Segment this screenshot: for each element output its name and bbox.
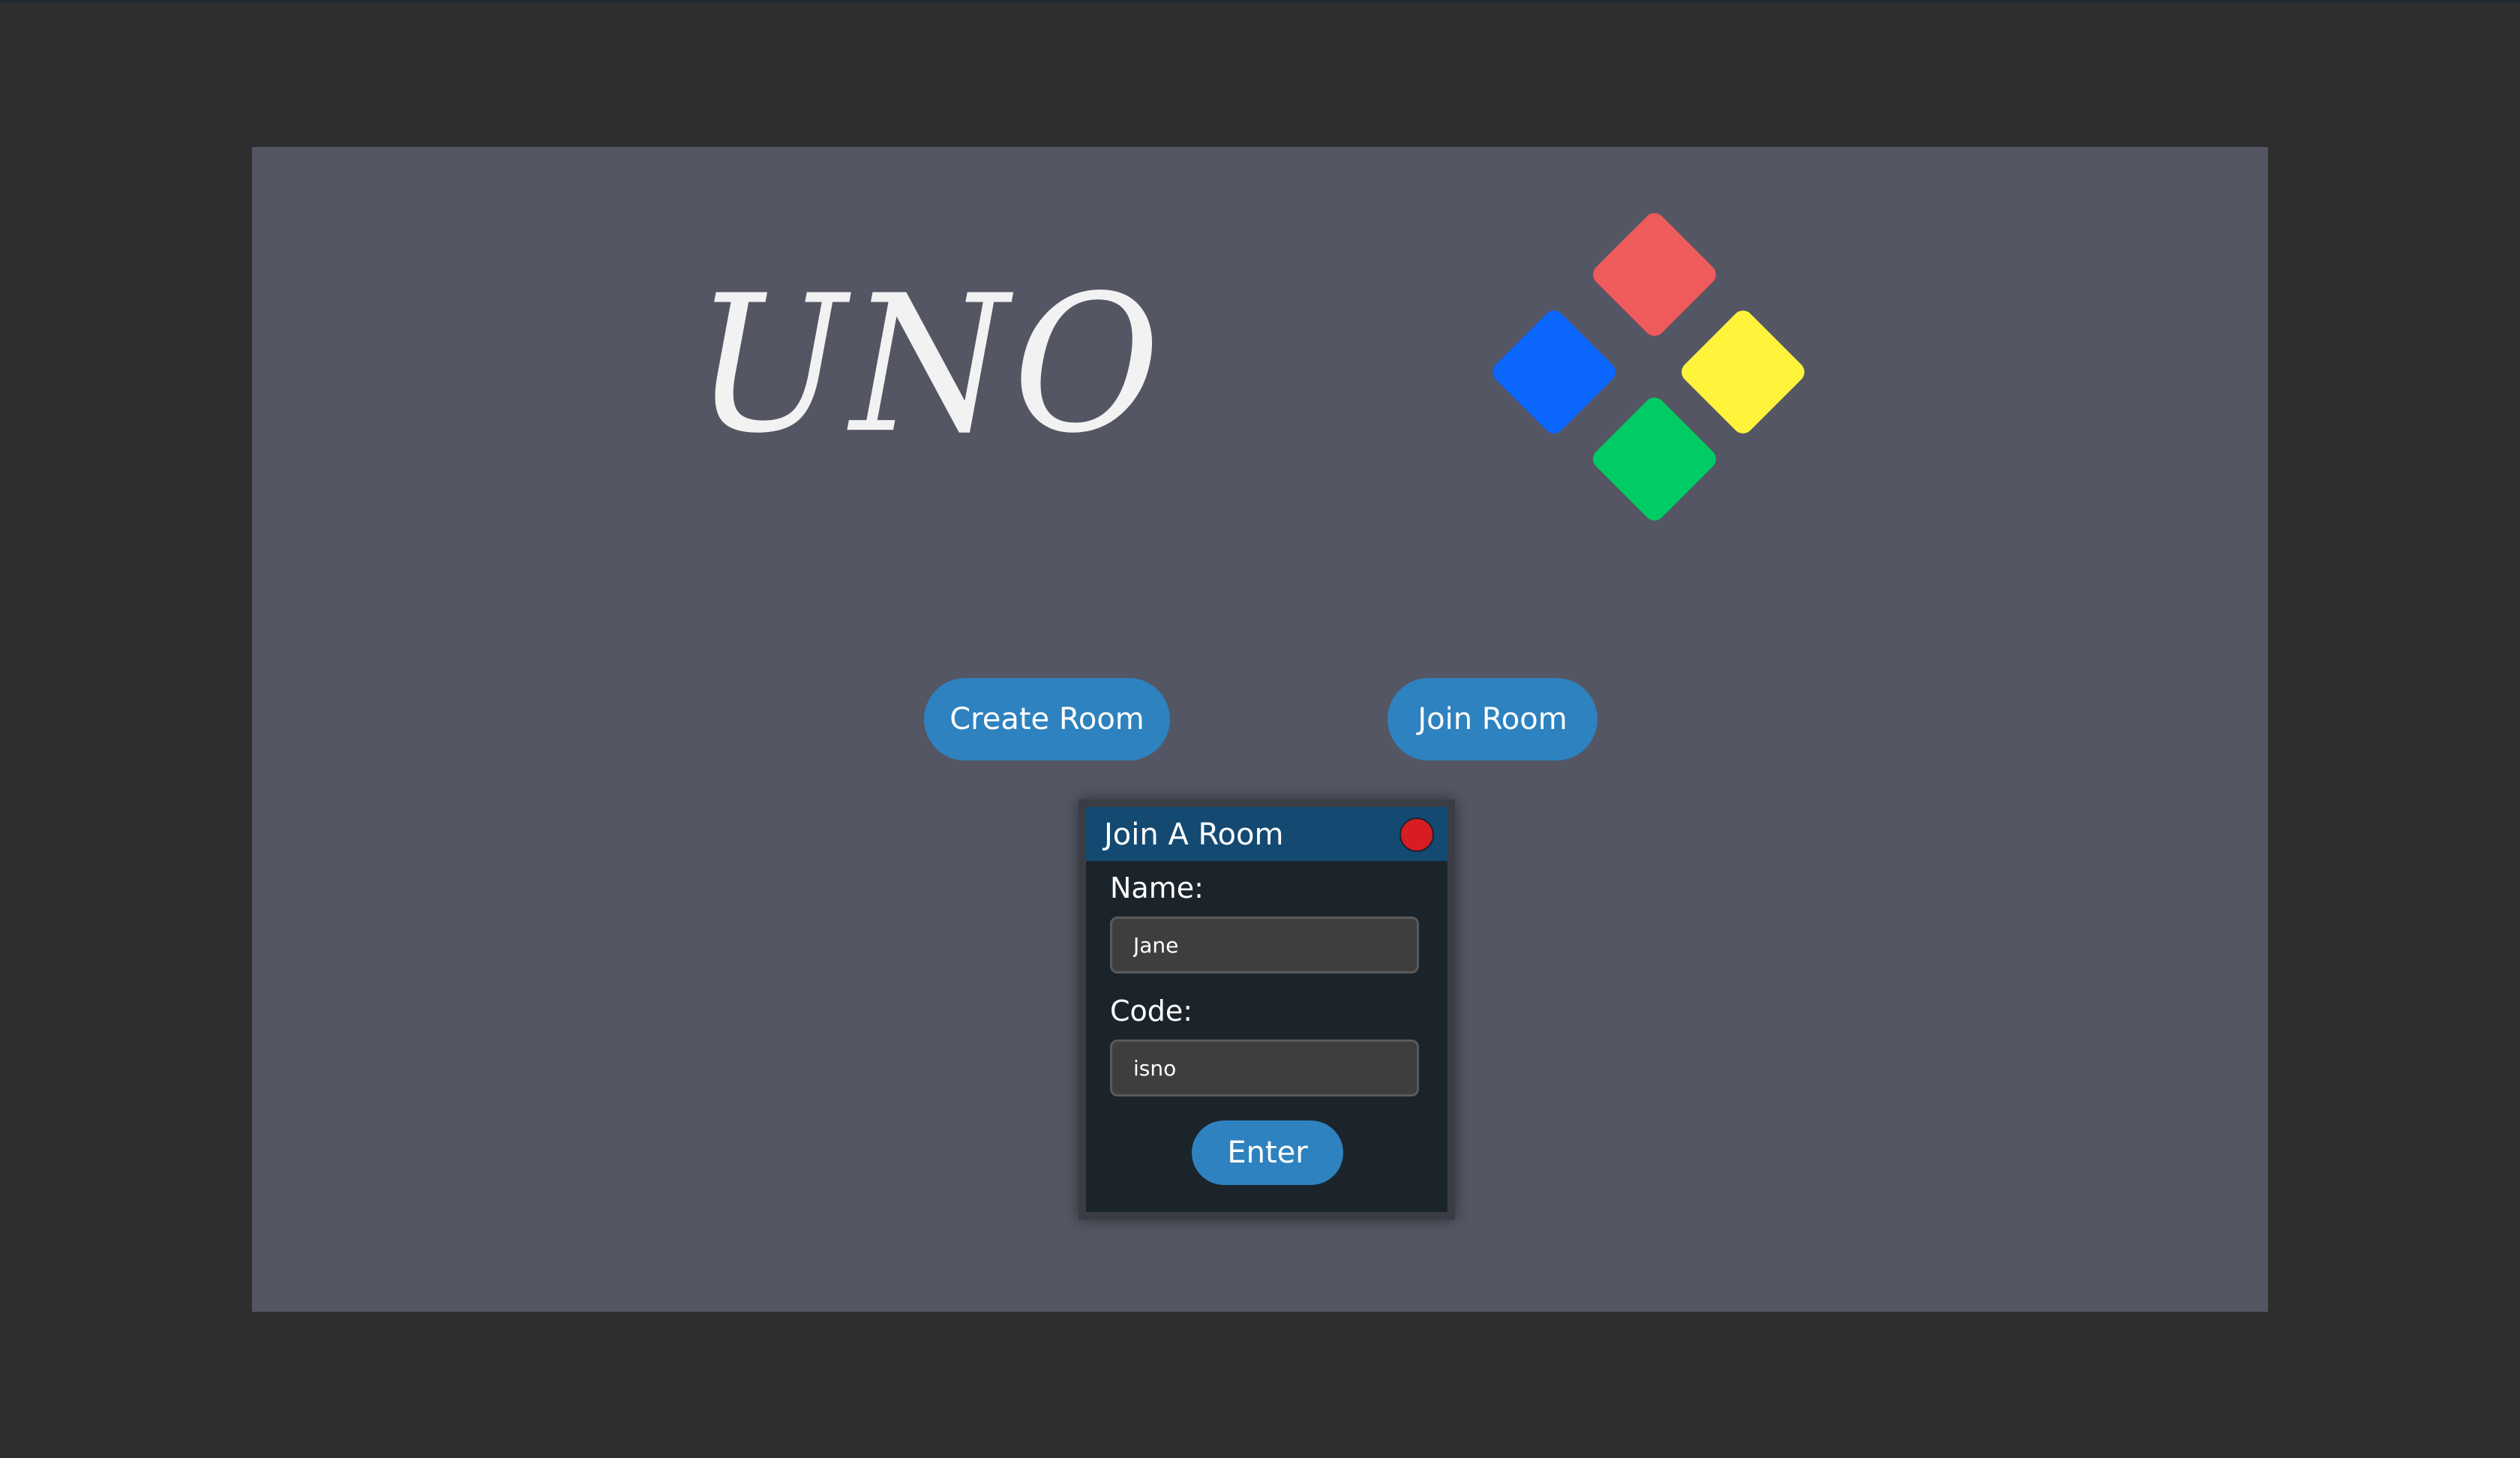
- yellow-tile-icon: [1677, 306, 1809, 438]
- join-room-button[interactable]: Join Room: [1388, 678, 1598, 760]
- dialog-title: Join A Room: [1104, 818, 1284, 852]
- code-input[interactable]: [1110, 1040, 1419, 1096]
- red-tile-icon: [1588, 208, 1720, 340]
- name-input[interactable]: [1110, 916, 1419, 974]
- blue-tile-icon: [1488, 306, 1620, 438]
- join-room-dialog: Join A Room Name: Code: Enter: [1078, 800, 1455, 1220]
- uno-diamond-logo-icon: [1482, 200, 1827, 544]
- green-tile-icon: [1588, 393, 1720, 525]
- close-icon[interactable]: [1400, 818, 1434, 852]
- dialog-header: Join A Room: [1086, 807, 1448, 861]
- name-label: Name:: [1110, 872, 1204, 904]
- app-title: UNO: [694, 254, 1166, 475]
- create-room-button[interactable]: Create Room: [924, 678, 1170, 760]
- game-stage: UNO Create Room Join Room Join A Room Na…: [252, 147, 2268, 1312]
- code-label: Code:: [1110, 994, 1193, 1028]
- enter-button[interactable]: Enter: [1192, 1120, 1343, 1185]
- top-border: [0, 0, 2520, 3]
